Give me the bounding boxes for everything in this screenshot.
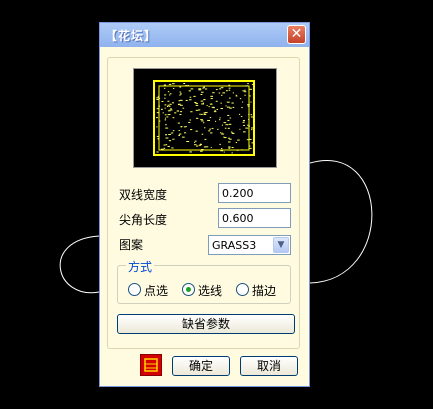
pattern-label: 图案 <box>119 238 144 252</box>
mode-group-label: 方式 <box>126 258 155 275</box>
mode-radio-label: 点选 <box>144 284 169 298</box>
tip-length-label: 尖角长度 <box>119 213 168 227</box>
close-button[interactable]: ✕ <box>287 25 306 44</box>
radio-button-icon[interactable] <box>128 283 141 296</box>
default-params-button[interactable]: 缺省参数 <box>117 314 295 334</box>
cancel-button[interactable]: 取消 <box>240 356 298 376</box>
pattern-select[interactable]: GRASS3 ▼ <box>208 235 291 255</box>
double-line-width-label: 双线宽度 <box>119 188 168 202</box>
mode-radio-label: 选线 <box>198 284 223 298</box>
radio-button-icon[interactable] <box>236 283 249 296</box>
ok-button[interactable]: 确定 <box>172 356 230 376</box>
chevron-down-icon[interactable]: ▼ <box>273 237 289 253</box>
double-line-width-input[interactable] <box>218 183 291 203</box>
app-logo-icon <box>140 354 162 376</box>
pattern-select-value: GRASS3 <box>212 239 257 252</box>
pattern-preview <box>133 68 277 168</box>
radio-button-icon[interactable] <box>182 283 195 296</box>
flowerbed-dialog: 【花坛】 ✕ 双线宽度 尖角长度 图案 GRASS3 ▼ 方式 点选 选线 描边… <box>99 22 310 387</box>
tip-length-input[interactable] <box>218 208 291 228</box>
mode-radio-label: 描边 <box>252 284 277 298</box>
title-bar[interactable]: 【花坛】 ✕ <box>100 23 309 47</box>
pattern-preview-image <box>153 80 255 156</box>
dialog-title: 【花坛】 <box>105 29 158 43</box>
